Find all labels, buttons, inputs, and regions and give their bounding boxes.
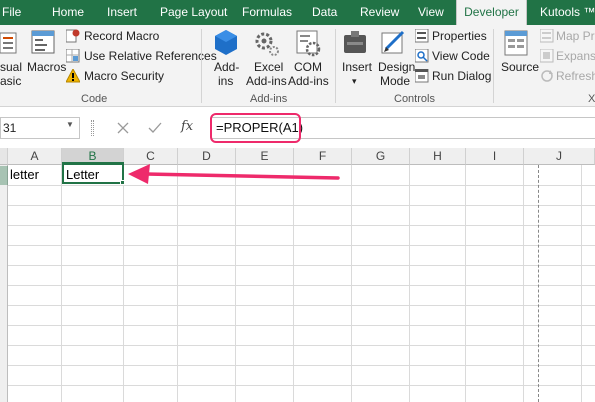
addins-icon	[215, 30, 237, 55]
properties-label: Properties	[432, 29, 487, 43]
properties-icon	[415, 29, 429, 43]
design-mode-label-1: Design	[378, 60, 416, 74]
tab-formulas[interactable]: Formulas	[242, 0, 292, 25]
tab-insert[interactable]: Insert	[107, 0, 137, 25]
row-header-1[interactable]	[0, 166, 8, 185]
expansion-packs-icon	[540, 49, 554, 63]
select-all-corner[interactable]	[0, 148, 8, 165]
chevron-down-icon[interactable]: ▼	[66, 120, 74, 129]
arrow-annotation	[128, 164, 340, 184]
tab-file[interactable]: File	[2, 0, 21, 25]
cell-a1[interactable]: letter	[10, 166, 39, 184]
com-addins-icon	[296, 30, 321, 57]
group-separator	[201, 29, 202, 103]
record-macro-icon	[66, 29, 80, 43]
excel-addins-label-1: Excel	[254, 60, 284, 74]
name-box-value: 31	[3, 121, 17, 135]
page-break-line	[538, 165, 539, 402]
tab-kutools[interactable]: Kutools ™	[540, 0, 595, 25]
addins-group-label: Add-ins	[250, 93, 288, 105]
run-dialog-label: Run Dialog	[432, 69, 492, 83]
addins-label-1: Add-	[214, 60, 240, 74]
column-header-h[interactable]: H	[410, 148, 466, 165]
excel-addins-label-2: Add-ins	[246, 74, 287, 88]
addins-label-2: ins	[218, 74, 234, 88]
insert-control-label: Insert	[342, 60, 373, 74]
macro-security-label: Macro Security	[84, 69, 165, 83]
map-properties-label: Map Pro	[556, 29, 595, 43]
worksheet-grid[interactable]: A B C D E F G H I J letter Letter	[0, 148, 595, 402]
tab-home[interactable]: Home	[52, 0, 84, 25]
formula-bar: 31 ▼ fx =PROPER(A1)	[0, 108, 595, 148]
expansion-packs-label: Expansio	[556, 49, 595, 63]
design-mode-label-2: Mode	[380, 74, 411, 88]
tab-view[interactable]: View	[418, 0, 444, 25]
excel-addins-icon	[255, 32, 279, 56]
code-group-label: Code	[81, 93, 108, 105]
visual-basic-label-1: sual	[0, 60, 23, 74]
column-header-a[interactable]: A	[8, 148, 62, 165]
relative-references-icon	[66, 49, 80, 63]
tab-page-layout[interactable]: Page Layout	[160, 0, 227, 25]
tab-review[interactable]: Review	[360, 0, 399, 25]
use-relative-references-label: Use Relative References	[84, 49, 217, 63]
enter-icon[interactable]	[148, 122, 162, 134]
view-code-icon	[415, 49, 429, 63]
ribbon: sual asic Macros Record Macro Use Relati…	[0, 25, 595, 107]
ribbon-tab-bar: File Home Insert Page Layout Formulas Da…	[0, 0, 595, 25]
visual-basic-icon	[0, 32, 17, 54]
tab-developer[interactable]: Developer	[456, 0, 527, 25]
refresh-data-icon	[541, 70, 553, 82]
column-header-i[interactable]: I	[466, 148, 524, 165]
map-properties-icon	[540, 29, 554, 43]
group-separator	[493, 29, 494, 103]
visual-basic-label-2: asic	[0, 74, 22, 88]
group-separator	[335, 29, 336, 103]
macros-label: Macros	[27, 60, 67, 74]
view-code-label: View Code	[432, 49, 490, 63]
insert-control-icon	[344, 31, 366, 53]
formula-bar-grip[interactable]	[91, 120, 94, 136]
xml-group-label: X	[588, 93, 595, 105]
com-addins-label-1: COM	[294, 60, 322, 74]
macro-security-icon	[66, 69, 80, 83]
controls-group-label: Controls	[394, 93, 435, 105]
selected-cell-outline[interactable]	[62, 162, 124, 184]
record-macro-label: Record Macro	[84, 29, 160, 43]
cancel-icon[interactable]	[117, 122, 129, 134]
chevron-down-icon: ▾	[352, 76, 357, 86]
source-label: Source	[501, 60, 540, 74]
run-dialog-icon	[415, 69, 429, 83]
tab-data[interactable]: Data	[312, 0, 337, 25]
design-mode-icon	[381, 30, 405, 54]
formula-highlight-box	[210, 113, 301, 143]
column-header-g[interactable]: G	[352, 148, 410, 165]
macros-icon	[31, 30, 55, 54]
column-header-j[interactable]: J	[524, 148, 595, 165]
com-addins-label-2: Add-ins	[288, 74, 329, 88]
row-header-strip[interactable]	[0, 165, 8, 402]
refresh-data-label: Refresh	[556, 69, 595, 83]
fx-icon[interactable]: fx	[181, 119, 193, 134]
source-icon	[504, 30, 528, 56]
